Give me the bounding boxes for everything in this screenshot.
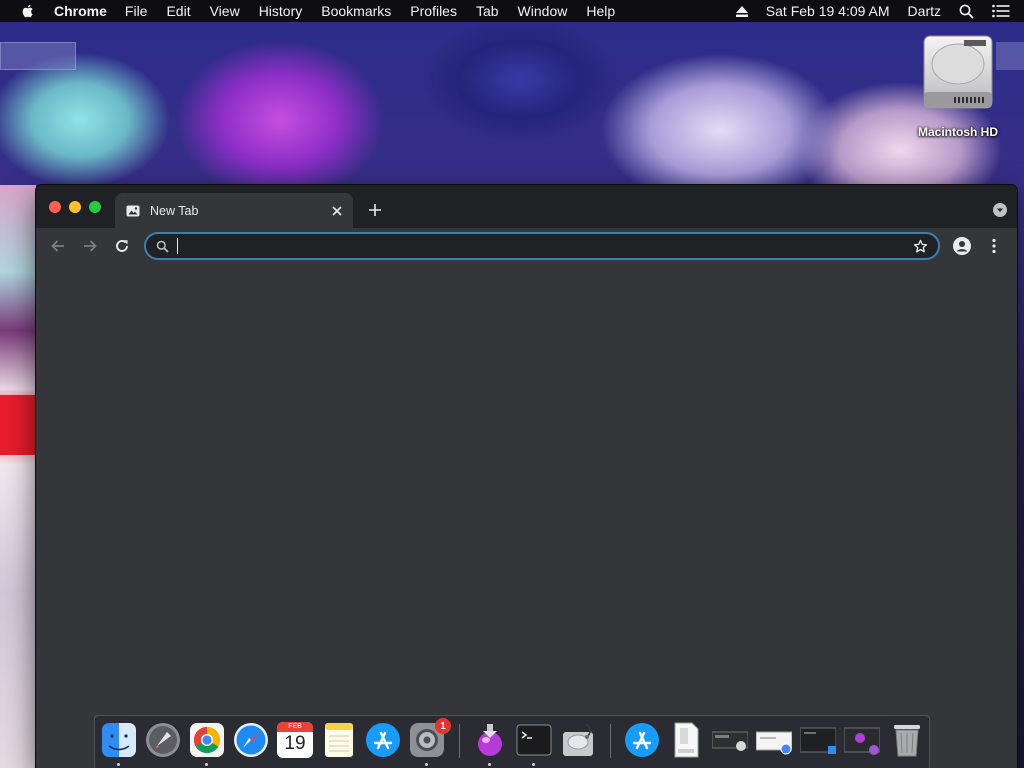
app-store-icon[interactable] [624, 722, 660, 758]
menu-edit[interactable]: Edit [166, 3, 190, 19]
back-arrow-icon[interactable] [50, 238, 66, 254]
tab-strip: New Tab [36, 185, 1017, 228]
wallpaper-decoration [0, 185, 36, 768]
running-indicator [205, 763, 208, 766]
search-icon [156, 240, 169, 253]
system-preferences-icon[interactable]: 1 [409, 718, 451, 758]
running-indicator [488, 763, 491, 766]
window-minimize-button[interactable] [69, 201, 81, 213]
dock-separator [459, 724, 460, 758]
new-tab-favicon-icon [126, 205, 140, 216]
menu-history[interactable]: History [259, 3, 303, 19]
profile-avatar-icon[interactable] [953, 237, 971, 255]
tab-title: New Tab [150, 203, 199, 218]
hard-drive-label[interactable]: Macintosh HD [905, 125, 1011, 139]
minimized-window-icon[interactable] [800, 722, 836, 758]
trash-icon[interactable] [889, 722, 925, 758]
dock-separator [610, 724, 611, 758]
finder-icon[interactable] [101, 722, 137, 758]
more-options-icon[interactable] [988, 238, 1000, 254]
menu-file[interactable]: File [125, 3, 148, 19]
apple-icon[interactable] [20, 3, 36, 19]
spotlight-search-icon[interactable] [959, 4, 974, 19]
menu-tab[interactable]: Tab [476, 3, 499, 19]
running-indicator [532, 763, 535, 766]
running-indicator [117, 763, 120, 766]
address-input[interactable] [178, 238, 913, 254]
menu-profiles[interactable]: Profiles [410, 3, 457, 19]
notification-center-icon[interactable] [992, 4, 1010, 18]
app-menu[interactable]: Chrome [54, 3, 107, 19]
document-icon[interactable] [668, 722, 704, 758]
disk-utility-icon[interactable] [560, 722, 596, 758]
running-indicator [425, 763, 428, 766]
tab-close-icon[interactable] [331, 205, 343, 217]
launchpad-rocket-icon[interactable] [145, 722, 181, 758]
bookmark-star-icon[interactable] [913, 239, 928, 254]
hard-drive-icon[interactable] [918, 34, 998, 114]
terminal-icon[interactable] [516, 722, 552, 758]
minimized-window-icon[interactable] [712, 722, 748, 758]
installer-flask-icon[interactable] [472, 722, 508, 758]
window-zoom-button[interactable] [89, 201, 101, 213]
safari-compass-icon[interactable] [233, 722, 269, 758]
wallpaper-decoration [996, 42, 1024, 70]
menu-help[interactable]: Help [586, 3, 615, 19]
chrome-icon[interactable] [189, 722, 225, 758]
calendar-month: FEB [277, 722, 313, 732]
address-bar[interactable] [144, 232, 940, 260]
tab-search-chevron-icon[interactable] [993, 203, 1007, 217]
app-store-icon[interactable] [365, 722, 401, 758]
dock: FEB 19 1 [94, 715, 930, 768]
forward-arrow-icon[interactable] [82, 238, 98, 254]
browser-toolbar [36, 228, 1017, 265]
menu-view[interactable]: View [210, 3, 240, 19]
menu-bookmarks[interactable]: Bookmarks [321, 3, 391, 19]
eject-icon[interactable] [735, 5, 748, 17]
menubar-clock[interactable]: Sat Feb 19 4:09 AM [766, 3, 890, 19]
menu-window[interactable]: Window [518, 3, 568, 19]
page-content[interactable] [36, 265, 1017, 768]
calendar-day: 19 [284, 733, 306, 754]
calendar-icon[interactable]: FEB 19 [277, 722, 313, 758]
tab-new-tab[interactable]: New Tab [115, 193, 353, 228]
notes-icon[interactable] [321, 722, 357, 758]
menubar-user[interactable]: Dartz [908, 3, 941, 19]
new-tab-plus-icon[interactable] [368, 203, 382, 217]
reload-icon[interactable] [114, 238, 130, 254]
wallpaper-decoration [0, 42, 76, 70]
browser-window: New Tab [36, 185, 1017, 768]
minimized-window-icon[interactable] [756, 722, 792, 758]
notification-badge: 1 [435, 718, 451, 734]
menu-bar: Chrome File Edit View History Bookmarks … [0, 0, 1024, 22]
minimized-window-icon[interactable] [844, 722, 880, 758]
window-close-button[interactable] [49, 201, 61, 213]
